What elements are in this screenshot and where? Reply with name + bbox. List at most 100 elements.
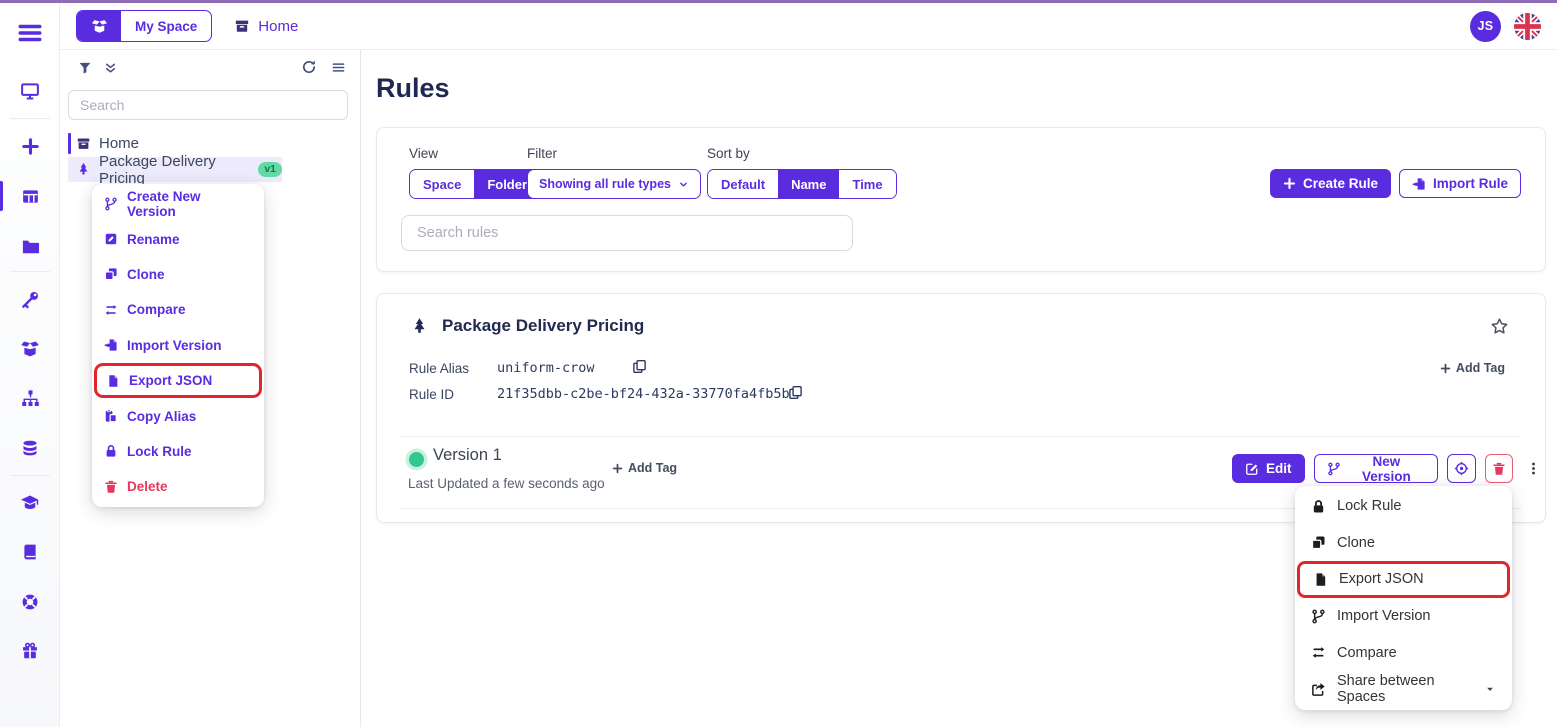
life-ring-icon[interactable] xyxy=(0,587,60,617)
menu-item-import-version[interactable]: Import Version xyxy=(92,328,264,363)
menu-item-label: Share between Spaces xyxy=(1337,673,1469,705)
delete-version-button[interactable] xyxy=(1485,454,1513,483)
filter-label: Filter xyxy=(527,146,557,161)
add-tag-button[interactable]: Add Tag xyxy=(612,461,677,475)
menu-item-copy-alias[interactable]: Copy Alias xyxy=(92,398,264,433)
sort-option-name[interactable]: Name xyxy=(778,170,839,198)
user-avatar[interactable]: JS xyxy=(1470,11,1501,42)
filter-icon[interactable] xyxy=(78,61,92,75)
menu-item-label: Export JSON xyxy=(1339,571,1424,587)
share-icon xyxy=(1311,682,1326,697)
add-tag-label: Add Tag xyxy=(1456,361,1505,375)
filter-dropdown-value: Showing all rule types xyxy=(539,177,671,191)
breadcrumb-home[interactable]: Home xyxy=(234,18,298,35)
tree-search-input[interactable] xyxy=(68,90,348,120)
create-rule-button[interactable]: Create Rule xyxy=(1270,169,1391,198)
menu-item-compare[interactable]: Compare xyxy=(1295,634,1512,671)
code-branch-icon xyxy=(104,197,118,211)
add-tag-button[interactable]: Add Tag xyxy=(1440,361,1505,375)
breadcrumb-label: Home xyxy=(258,18,298,35)
rules-search-input[interactable] xyxy=(401,215,853,251)
monitor-icon[interactable] xyxy=(0,76,60,106)
menu-item-delete[interactable]: Delete xyxy=(92,469,264,504)
version-context-menu: Lock Rule Clone Export JSON Import Versi… xyxy=(1295,486,1512,710)
menu-item-compare[interactable]: Compare xyxy=(92,292,264,327)
menu-item-label: Compare xyxy=(1337,645,1397,661)
menu-item-clone[interactable]: Clone xyxy=(92,257,264,292)
sort-by-label: Sort by xyxy=(707,146,750,161)
database-icon[interactable] xyxy=(0,433,60,463)
crosshair-icon xyxy=(1454,461,1469,476)
clone-icon xyxy=(104,267,118,281)
rule-card-title: Package Delivery Pricing xyxy=(442,316,644,336)
folder-tree: Home Package Delivery Pricing v1 xyxy=(60,132,360,182)
hamburger-menu-icon[interactable] xyxy=(17,20,43,46)
top-bar: My Space Home JS xyxy=(60,3,1557,50)
rule-context-menu: Create New Version Rename Clone Compare … xyxy=(92,184,264,507)
sort-option-default[interactable]: Default xyxy=(708,170,778,198)
archive-box-icon xyxy=(76,136,91,151)
copy-icon[interactable] xyxy=(788,385,803,400)
refresh-icon[interactable] xyxy=(301,59,317,75)
menu-item-lock-rule[interactable]: Lock Rule xyxy=(1295,488,1512,525)
uk-flag-icon[interactable] xyxy=(1514,13,1541,40)
menu-item-label: Clone xyxy=(127,267,165,282)
sitemap-icon[interactable] xyxy=(0,383,60,413)
box-open-icon[interactable] xyxy=(0,334,60,364)
graduation-cap-icon[interactable] xyxy=(0,488,60,518)
paste-icon xyxy=(104,409,118,423)
plus-icon xyxy=(1440,363,1451,374)
angles-down-icon[interactable] xyxy=(104,62,117,75)
menu-item-label: Lock Rule xyxy=(127,444,192,459)
key-icon[interactable] xyxy=(0,284,60,314)
copy-icon[interactable] xyxy=(632,359,647,374)
sort-option-time[interactable]: Time xyxy=(839,170,895,198)
menu-item-clone[interactable]: Clone xyxy=(1295,525,1512,562)
favorite-star-icon[interactable] xyxy=(1490,317,1509,336)
book-icon[interactable] xyxy=(0,537,60,567)
menu-item-label: Import Version xyxy=(127,338,222,353)
new-version-button[interactable]: New Version xyxy=(1314,454,1439,483)
folder-icon[interactable] xyxy=(0,231,60,261)
menu-item-label: Export JSON xyxy=(129,373,212,388)
rule-alias-value: uniform-crow xyxy=(497,360,595,376)
version-name: Version 1 xyxy=(433,446,502,465)
trash-icon xyxy=(1492,462,1506,476)
menu-item-export-json[interactable]: Export JSON xyxy=(94,363,262,398)
rule-type-filter-dropdown[interactable]: Showing all rule types xyxy=(527,169,701,199)
view-segmented-control: Space Folder xyxy=(409,169,541,199)
menu-item-share-between-spaces[interactable]: Share between Spaces xyxy=(1295,671,1512,708)
space-switcher-label: My Space xyxy=(121,11,211,41)
gift-icon[interactable] xyxy=(0,636,60,666)
new-version-label: New Version xyxy=(1348,454,1426,484)
chevron-down-icon xyxy=(678,179,689,190)
decision-tree-icon xyxy=(76,162,91,177)
code-branch-icon xyxy=(1311,609,1326,624)
table-icon[interactable] xyxy=(0,181,60,211)
import-rule-button[interactable]: Import Rule xyxy=(1399,169,1521,198)
list-icon[interactable] xyxy=(331,60,346,75)
menu-item-create-new-version[interactable]: Create New Version xyxy=(92,186,264,221)
add-tag-label: Add Tag xyxy=(628,461,677,475)
kebab-menu-icon[interactable] xyxy=(1522,459,1545,478)
tree-item-label: Home xyxy=(99,135,139,152)
sort-segmented-control: Default Name Time xyxy=(707,169,897,199)
menu-item-lock-rule[interactable]: Lock Rule xyxy=(92,434,264,469)
space-switcher-button[interactable]: My Space xyxy=(76,10,212,42)
trash-icon xyxy=(104,480,118,494)
menu-item-rename[interactable]: Rename xyxy=(92,221,264,256)
view-option-space[interactable]: Space xyxy=(410,170,474,198)
view-label: View xyxy=(409,146,438,161)
tree-item-package-delivery-pricing[interactable]: Package Delivery Pricing v1 xyxy=(68,157,282,182)
lock-icon xyxy=(1311,499,1326,514)
simulate-crosshair-button[interactable] xyxy=(1447,454,1475,483)
menu-item-import-version[interactable]: Import Version xyxy=(1295,598,1512,635)
plus-icon[interactable] xyxy=(0,131,60,161)
version-status-dot xyxy=(409,452,424,467)
archive-box-icon xyxy=(234,18,250,34)
edit-version-button[interactable]: Edit xyxy=(1232,454,1305,483)
top-progress-stripe xyxy=(0,0,1557,3)
rail-divider xyxy=(10,271,50,272)
menu-item-export-json[interactable]: Export JSON xyxy=(1297,561,1510,598)
menu-item-label: Delete xyxy=(127,479,168,494)
